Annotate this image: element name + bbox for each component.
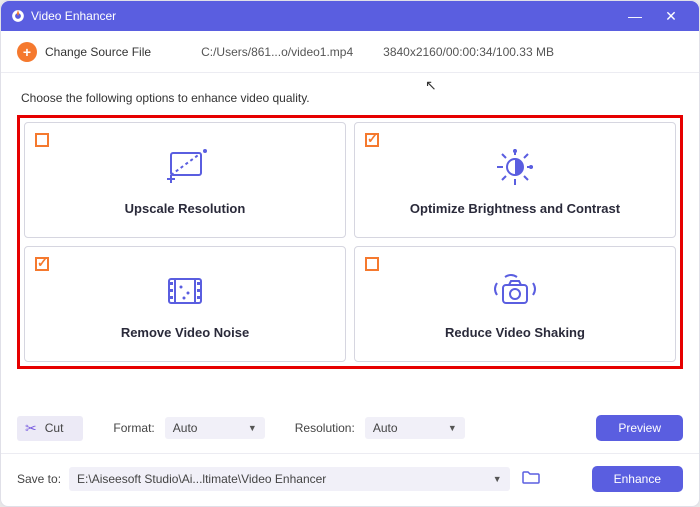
title-bar: Video Enhancer — ✕ [1, 1, 699, 31]
cut-button[interactable]: ✂ Cut [17, 416, 83, 441]
option-brightness-contrast[interactable]: Optimize Brightness and Contrast [354, 122, 676, 238]
checkbox-brightness[interactable] [365, 133, 379, 147]
brightness-icon [491, 145, 539, 189]
options-grid: Upscale Resolution Optimize Brightness a… [24, 122, 676, 362]
close-button[interactable]: ✕ [653, 8, 689, 25]
camera-shake-icon [487, 269, 543, 313]
option-reduce-shaking[interactable]: Reduce Video Shaking [354, 246, 676, 362]
option-upscale-resolution[interactable]: Upscale Resolution [24, 122, 346, 238]
option-label: Remove Video Noise [121, 325, 249, 340]
film-icon [161, 269, 209, 313]
source-bar: + Change Source File C:/Users/861...o/vi… [1, 31, 699, 73]
save-path-value: E:\Aiseesoft Studio\Ai...ltimate\Video E… [77, 472, 326, 486]
content-area: ↖ Choose the following options to enhanc… [1, 73, 699, 405]
chevron-down-icon: ▼ [493, 474, 502, 484]
save-path-dropdown[interactable]: E:\Aiseesoft Studio\Ai...ltimate\Video E… [69, 467, 510, 491]
chevron-down-icon: ▼ [248, 423, 257, 433]
change-source-label: Change Source File [45, 45, 151, 59]
cut-label: Cut [45, 421, 64, 435]
option-label: Reduce Video Shaking [445, 325, 585, 340]
resolution-label: Resolution: [295, 421, 355, 435]
source-path: C:/Users/861...o/video1.mp4 [201, 45, 353, 59]
minimize-button[interactable]: — [617, 8, 653, 24]
checkbox-upscale[interactable] [35, 133, 49, 147]
source-info: 3840x2160/00:00:34/100.33 MB [383, 45, 554, 59]
checkbox-shaking[interactable] [365, 257, 379, 271]
window-title: Video Enhancer [31, 9, 617, 23]
toolbar: ✂ Cut Format: Auto ▼ Resolution: Auto ▼ … [1, 405, 699, 447]
hint-text: Choose the following options to enhance … [21, 91, 683, 105]
bottom-bar: Save to: E:\Aiseesoft Studio\Ai...ltimat… [1, 454, 699, 506]
resolution-value: Auto [373, 421, 398, 435]
option-label: Upscale Resolution [125, 201, 246, 216]
option-remove-noise[interactable]: Remove Video Noise [24, 246, 346, 362]
highlight-box: Upscale Resolution Optimize Brightness a… [17, 115, 683, 369]
option-label: Optimize Brightness and Contrast [410, 201, 620, 216]
change-source-button[interactable]: + Change Source File [17, 42, 151, 62]
resolution-dropdown[interactable]: Auto ▼ [365, 417, 465, 439]
enhance-button[interactable]: Enhance [592, 466, 683, 492]
save-to-label: Save to: [17, 472, 61, 486]
app-icon [11, 9, 25, 23]
chevron-down-icon: ▼ [448, 423, 457, 433]
scissors-icon: ✂ [25, 420, 37, 437]
preview-button[interactable]: Preview [596, 415, 683, 441]
format-label: Format: [113, 421, 154, 435]
format-dropdown[interactable]: Auto ▼ [165, 417, 265, 439]
format-value: Auto [173, 421, 198, 435]
checkbox-noise[interactable] [35, 257, 49, 271]
upscale-icon [161, 145, 209, 189]
plus-icon: + [17, 42, 37, 62]
open-folder-button[interactable] [518, 470, 544, 489]
app-window: Video Enhancer — ✕ + Change Source File … [0, 0, 700, 507]
